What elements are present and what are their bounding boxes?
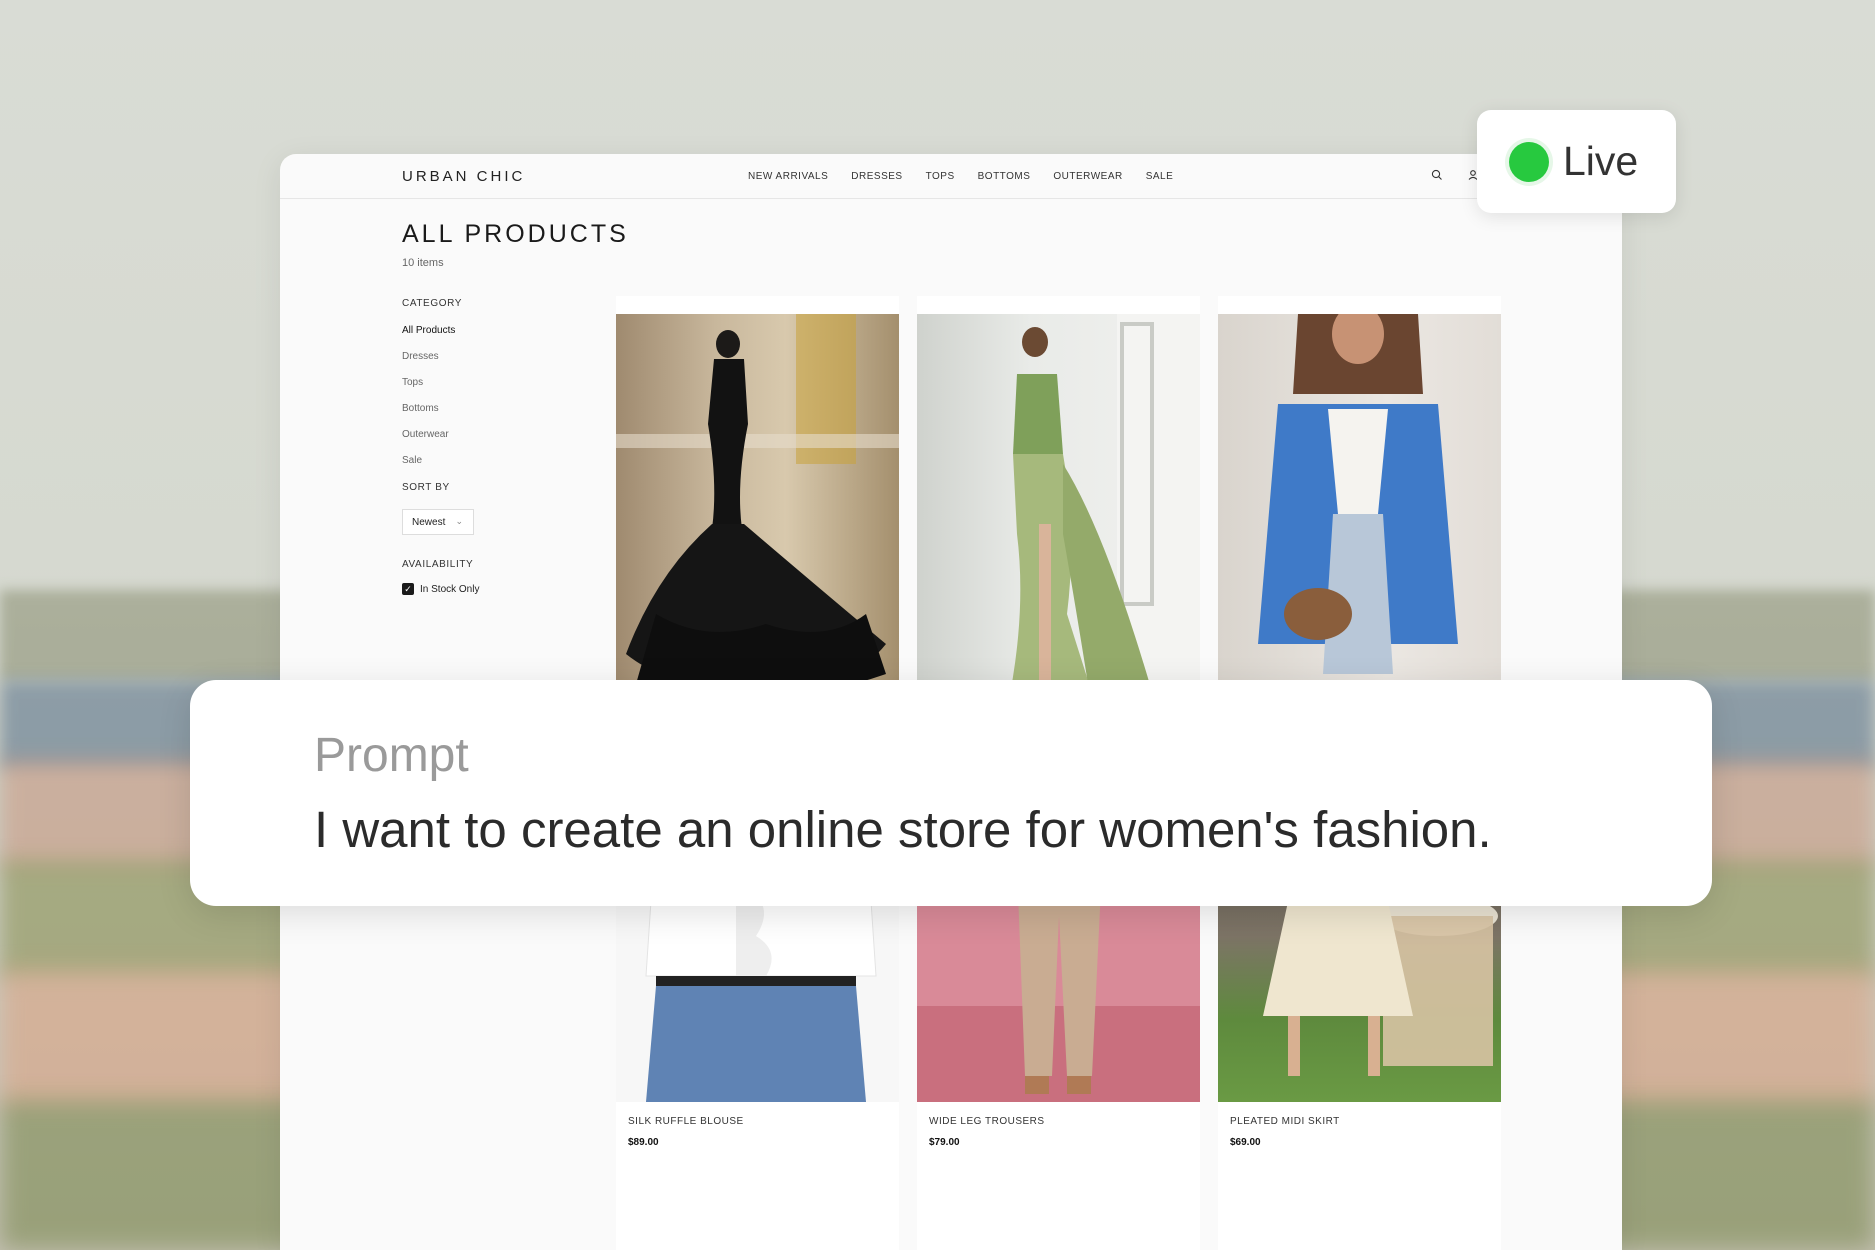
product-card[interactable] <box>1218 296 1501 716</box>
product-name[interactable]: SILK RUFFLE BLOUSE <box>628 1116 744 1127</box>
page-title: ALL PRODUCTS <box>402 220 629 248</box>
nav-new-arrivals[interactable]: NEW ARRIVALS <box>748 171 828 182</box>
brand-logo[interactable]: URBAN CHIC <box>402 168 525 185</box>
chevron-down-icon: ⌄ <box>455 516 463 526</box>
prompt-text: I want to create an online store for wom… <box>314 801 1492 858</box>
nav-dresses[interactable]: DRESSES <box>851 171 902 182</box>
checkbox-checked-icon[interactable]: ✓ <box>402 583 414 595</box>
search-icon[interactable] <box>1430 168 1444 182</box>
product-name[interactable]: PLEATED MIDI SKIRT <box>1230 1116 1340 1127</box>
nav-outerwear[interactable]: OUTERWEAR <box>1053 171 1122 182</box>
category-outerwear[interactable]: Outerwear <box>402 429 562 440</box>
product-card[interactable] <box>616 296 899 716</box>
live-label: Live <box>1563 138 1639 184</box>
prompt-label: Prompt <box>314 729 469 782</box>
availability-heading: AVAILABILITY <box>402 559 474 570</box>
sort-select[interactable]: Newest ⌄ <box>402 509 474 535</box>
product-price: $89.00 <box>628 1137 659 1148</box>
product-card[interactable] <box>917 296 1200 716</box>
filter-sidebar: CATEGORY All Products Dresses Tops Botto… <box>402 298 562 595</box>
nav-tops[interactable]: TOPS <box>926 171 955 182</box>
product-image-black-feather-gown[interactable] <box>616 314 899 716</box>
category-heading: CATEGORY <box>402 298 462 309</box>
category-dresses[interactable]: Dresses <box>402 351 562 362</box>
category-bottoms[interactable]: Bottoms <box>402 403 562 414</box>
live-indicator-dot <box>1509 141 1549 182</box>
item-count: 10 items <box>402 257 444 269</box>
in-stock-filter[interactable]: ✓ In Stock Only <box>402 583 562 595</box>
category-sale[interactable]: Sale <box>402 455 562 466</box>
product-name[interactable]: WIDE LEG TROUSERS <box>929 1116 1045 1127</box>
prompt-card: Prompt I want to create an online store … <box>190 680 1712 906</box>
category-all-products[interactable]: All Products <box>402 325 562 336</box>
product-image-blue-blazer[interactable] <box>1218 314 1501 716</box>
sort-value: Newest <box>412 517 446 528</box>
live-status-badge: Live <box>1477 110 1676 213</box>
product-price: $79.00 <box>929 1137 960 1148</box>
in-stock-label: In Stock Only <box>420 583 480 595</box>
product-image-green-satin-gown[interactable] <box>917 314 1200 716</box>
main-menu: NEW ARRIVALS DRESSES TOPS BOTTOMS OUTERW… <box>748 171 1173 182</box>
nav-bottoms[interactable]: BOTTOMS <box>978 171 1031 182</box>
nav-icons <box>1430 168 1480 182</box>
product-price: $69.00 <box>1230 1137 1261 1148</box>
nav-sale[interactable]: SALE <box>1146 171 1174 182</box>
top-navigation: URBAN CHIC NEW ARRIVALS DRESSES TOPS BOT… <box>280 154 1622 199</box>
sort-heading: SORT BY <box>402 482 450 493</box>
category-tops[interactable]: Tops <box>402 377 562 388</box>
